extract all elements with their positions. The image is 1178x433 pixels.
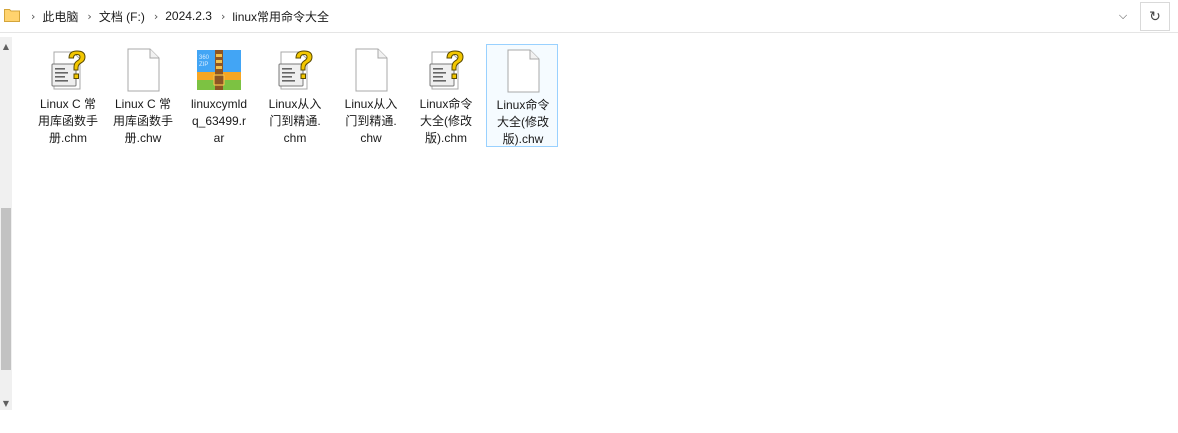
file-name-line: Linux C 常 (39, 97, 97, 111)
file-name-line: 版).chm (424, 131, 467, 145)
file-name-label: Linux命令 大全(修改版).chm (410, 96, 482, 147)
file-name-line: 用库函数手 (112, 114, 173, 128)
file-name-label: Linux从入 门到精通. chw (335, 96, 407, 147)
breadcrumb-item-drive-f[interactable]: 文档 (F:) (99, 8, 145, 25)
breadcrumb-item-current-folder[interactable]: linux常用命令大全 (232, 8, 329, 25)
svg-text:360: 360 (199, 55, 210, 61)
file-name-line: 册.chw (124, 131, 162, 145)
blank-file-icon (499, 47, 547, 95)
file-name-line: 大全(修改 (497, 115, 549, 129)
blank-file-icon (119, 46, 167, 94)
zip-archive-icon: 360 ZIP (195, 46, 243, 94)
file-name-line: ar (213, 131, 225, 145)
file-name-label: Linux从入 门到精通. chm (259, 96, 331, 147)
file-name-label: Linux C 常用库函数手册.chm (32, 96, 104, 147)
chevron-right-icon[interactable]: › (221, 10, 225, 23)
chm-help-icon (271, 46, 319, 94)
breadcrumb: › 此电脑 › 文档 (F:) › 2024.2.3 › linux常用命令大全 (22, 0, 329, 32)
file-name-line: Linux命令 (419, 97, 473, 111)
file-name-line: linuxcymld (190, 97, 247, 111)
file-name-line: 大全(修改 (420, 114, 472, 128)
refresh-button[interactable]: ↻ (1140, 2, 1170, 31)
svg-text:ZIP: ZIP (199, 62, 208, 68)
file-name-line: Linux从入 (268, 97, 322, 111)
file-name-line: chm (283, 131, 307, 145)
file-name-label: Linux C 常用库函数手册.chw (107, 96, 179, 147)
file-item[interactable]: Linux命令 大全(修改版).chw (486, 44, 558, 147)
file-name-line: Linux从入 (344, 97, 398, 111)
file-name-label: Linux命令 大全(修改版).chw (487, 97, 559, 148)
file-name-line: 门到精通. (269, 114, 321, 128)
refresh-icon: ↻ (1149, 8, 1161, 25)
file-name-line: Linux命令 (496, 98, 550, 112)
file-item[interactable]: Linux从入 门到精通. chm (259, 44, 331, 147)
scrollbar-thumb[interactable] (1, 208, 11, 370)
file-name-line: 门到精通. (345, 114, 397, 128)
scroll-down-icon[interactable]: ▼ (0, 396, 12, 410)
chevron-down-icon[interactable]: ⌵ (1112, 6, 1134, 26)
file-name-label: linuxcymld q_63499.rar (183, 96, 255, 147)
file-name-line: Linux C 常 (114, 97, 172, 111)
vertical-scrollbar[interactable]: ▲ ▼ (0, 37, 12, 410)
file-item[interactable]: Linux C 常用库函数手册.chw (107, 44, 179, 147)
file-item[interactable]: Linux C 常用库函数手册.chm (32, 44, 104, 147)
breadcrumb-item-this-pc[interactable]: 此电脑 (42, 8, 78, 25)
file-item[interactable]: Linux命令 大全(修改版).chm (410, 44, 482, 147)
breadcrumb-item-2024-2-3[interactable]: 2024.2.3 (165, 9, 212, 23)
chevron-right-icon[interactable]: › (87, 10, 91, 23)
file-name-line: 用库函数手 (37, 114, 98, 128)
address-bar[interactable]: › 此电脑 › 文档 (F:) › 2024.2.3 › linux常用命令大全… (0, 0, 1178, 33)
blank-file-icon (347, 46, 395, 94)
file-name-line: chw (360, 131, 382, 145)
chm-help-icon (44, 46, 92, 94)
file-name-line: q_63499.r (191, 114, 247, 128)
chevron-right-icon[interactable]: › (31, 10, 35, 23)
chm-help-icon (422, 46, 470, 94)
file-item[interactable]: Linux从入 门到精通. chw (335, 44, 407, 147)
chevron-right-icon[interactable]: › (154, 10, 158, 23)
scroll-up-icon[interactable]: ▲ (0, 39, 12, 53)
file-name-line: 册.chm (48, 131, 87, 145)
folder-icon (4, 9, 20, 22)
file-name-line: 版).chw (502, 132, 544, 146)
file-item[interactable]: 360 ZIP linuxcymld q_63499.rar (183, 44, 255, 147)
